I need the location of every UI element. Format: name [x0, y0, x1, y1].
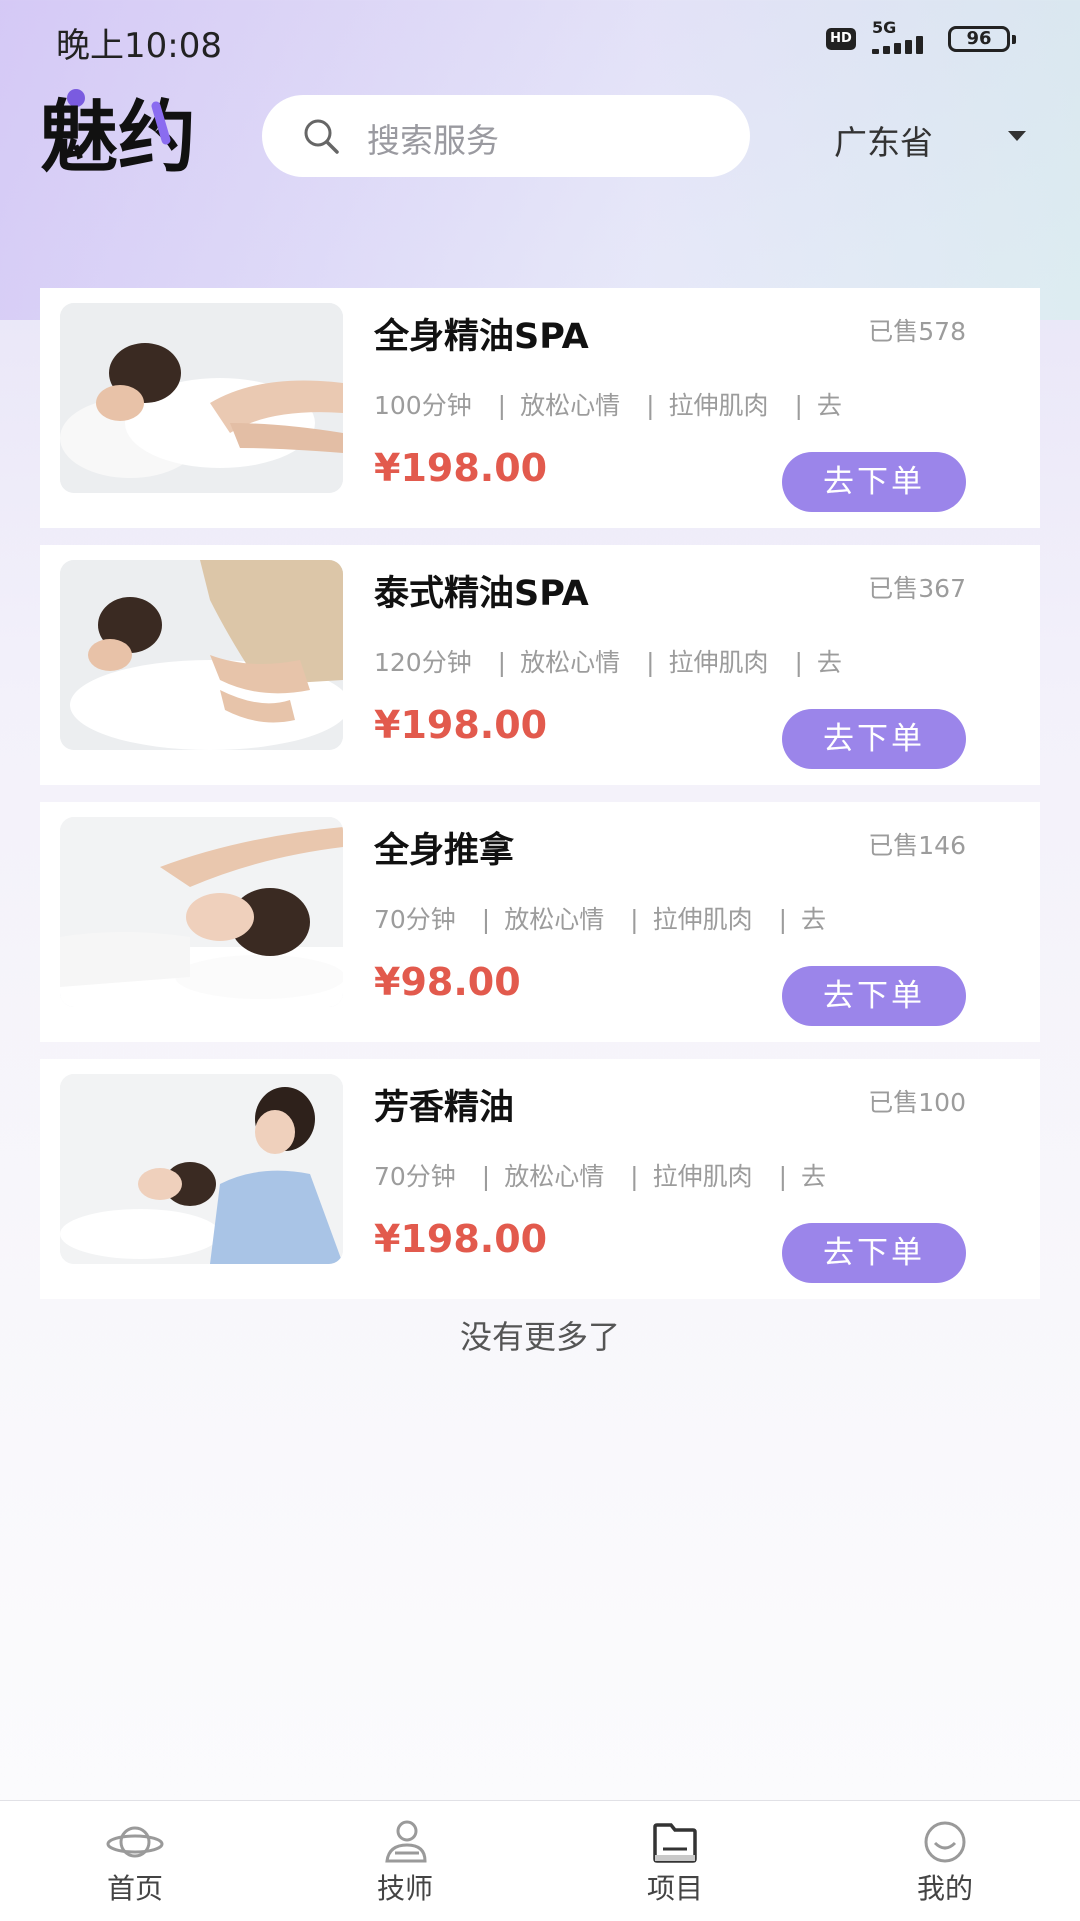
search-placeholder: 搜索服务: [367, 121, 499, 160]
app-logo[interactable]: 魅约: [40, 84, 200, 184]
battery-icon: 96: [948, 26, 1016, 52]
search-icon: [304, 119, 339, 154]
service-card[interactable]: 全身推拿 已售146 70分钟 | 放松心情 | 拉伸肌肉 | 去 ¥98.00 去下…: [40, 802, 1040, 1042]
tag: 去: [816, 391, 842, 420]
tag: 放松心情: [504, 1162, 605, 1191]
search-input[interactable]: 搜索服务: [262, 95, 750, 177]
service-tags: 70分钟 | 放松心情 | 拉伸肌肉 | 去: [374, 1162, 827, 1191]
service-tags: 70分钟 | 放松心情 | 拉伸肌肉 | 去: [374, 905, 827, 934]
tag: 去: [801, 905, 827, 934]
tag-duration: 120分钟: [374, 648, 472, 677]
tag-duration: 100分钟: [374, 391, 472, 420]
tag: 拉伸肌肉: [668, 648, 769, 677]
service-title: 芳香精油: [374, 1088, 515, 1128]
tag: 去: [816, 648, 842, 677]
signal-icon: [872, 36, 934, 54]
service-card[interactable]: 泰式精油SPA 已售367 120分钟 | 放松心情 | 拉伸肌肉 | 去 ¥198.…: [40, 545, 1040, 785]
service-tags: 100分钟 | 放松心情 | 拉伸肌肉 | 去: [374, 391, 842, 420]
caret-down-icon[interactable]: [1008, 131, 1026, 141]
service-thumbnail: [60, 1074, 343, 1264]
service-list: 全身精油SPA 已售578 100分钟 | 放松心情 | 拉伸肌肉 | 去 ¥198.…: [40, 288, 1040, 1316]
service-thumbnail: [60, 303, 343, 493]
tab-projects[interactable]: 项目: [540, 1801, 810, 1921]
network-label: 5G: [872, 18, 897, 37]
order-button[interactable]: 去下单: [782, 1223, 966, 1283]
tab-technician[interactable]: 技师: [270, 1801, 540, 1921]
tag: 放松心情: [504, 905, 605, 934]
service-card[interactable]: 芳香精油 已售100 70分钟 | 放松心情 | 拉伸肌肉 | 去 ¥198.00 去…: [40, 1059, 1040, 1299]
tab-label: 技师: [376, 1872, 433, 1905]
tag: 去: [801, 1162, 827, 1191]
service-title: 全身推拿: [374, 831, 515, 871]
logo-text: 魅约: [40, 93, 196, 181]
service-thumbnail: [60, 817, 343, 1007]
order-button[interactable]: 去下单: [782, 452, 966, 512]
tag: 放松心情: [520, 648, 621, 677]
planet-icon: [106, 1826, 164, 1858]
tag: 放松心情: [520, 391, 621, 420]
tag-duration: 70分钟: [374, 905, 456, 934]
service-price: ¥98.00: [374, 960, 521, 1004]
hd-badge: HD: [826, 28, 856, 50]
service-tags: 120分钟 | 放松心情 | 拉伸肌肉 | 去: [374, 648, 842, 677]
service-title: 泰式精油SPA: [374, 574, 589, 614]
bottom-tab-bar: 首页 技师 项目 我的: [0, 1800, 1080, 1921]
tag: 拉伸肌肉: [652, 1162, 753, 1191]
service-price: ¥198.00: [374, 446, 548, 490]
province-selector[interactable]: 广东省: [834, 116, 933, 164]
tab-label: 首页: [106, 1872, 163, 1905]
order-button[interactable]: 去下单: [782, 709, 966, 769]
status-bar: 晚上10:08 HD 5G 96: [0, 0, 1080, 80]
tab-label: 项目: [646, 1872, 703, 1905]
tab-label: 我的: [916, 1872, 973, 1905]
list-end-text: 没有更多了: [459, 1318, 620, 1356]
tab-home[interactable]: 首页: [0, 1801, 270, 1921]
sold-count: 已售367: [868, 574, 966, 603]
service-card[interactable]: 全身精油SPA 已售578 100分钟 | 放松心情 | 拉伸肌肉 | 去 ¥198.…: [40, 288, 1040, 528]
folder-icon: [653, 1823, 697, 1863]
service-thumbnail: [60, 560, 343, 750]
person-icon: [385, 1820, 427, 1863]
tag: 拉伸肌肉: [652, 905, 753, 934]
sold-count: 已售578: [868, 317, 966, 346]
sold-count: 已售146: [868, 831, 966, 860]
tag-duration: 70分钟: [374, 1162, 456, 1191]
sold-count: 已售100: [868, 1088, 966, 1117]
service-price: ¥198.00: [374, 703, 548, 747]
tag: 拉伸肌肉: [668, 391, 769, 420]
service-price: ¥198.00: [374, 1217, 548, 1261]
order-button[interactable]: 去下单: [782, 966, 966, 1026]
tab-mine[interactable]: 我的: [810, 1801, 1080, 1921]
status-time: 晚上10:08: [56, 26, 222, 66]
service-title: 全身精油SPA: [374, 317, 589, 357]
smile-face-icon: [924, 1821, 966, 1863]
